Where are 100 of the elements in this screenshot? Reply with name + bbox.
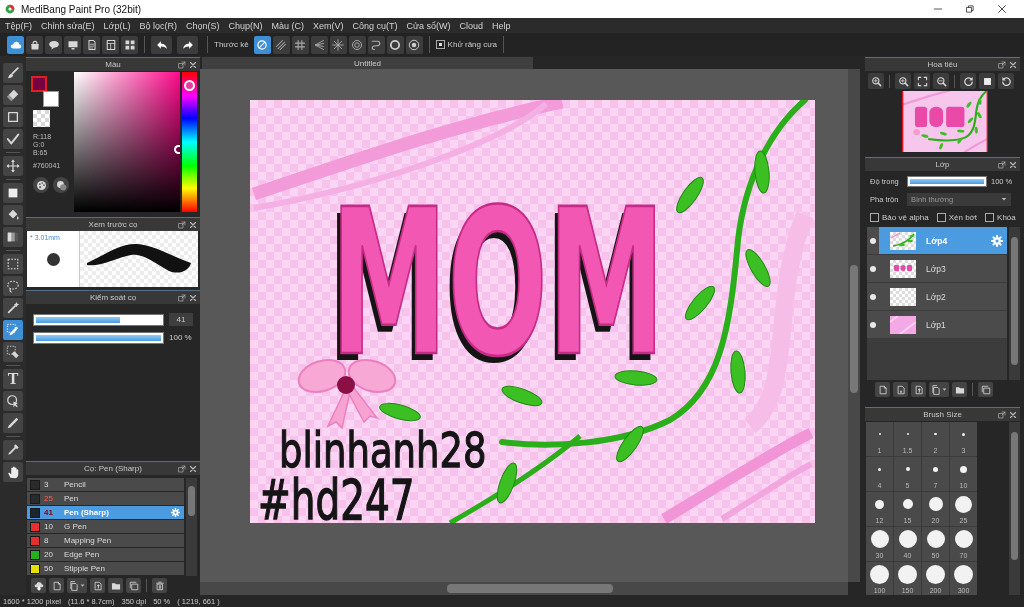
panel-tool-button[interactable] [67, 578, 87, 593]
undock-icon[interactable] [178, 293, 186, 302]
panel-tool-button[interactable] [978, 382, 993, 397]
undo-button[interactable] [151, 35, 172, 54]
tool-button[interactable] [3, 63, 23, 83]
brush-list-item[interactable]: 8 Mapping Pen [27, 534, 184, 547]
menu-item[interactable]: Help [492, 20, 511, 31]
ruler-button[interactable] [291, 35, 309, 54]
panel-tool-button[interactable] [893, 382, 908, 397]
color-mix-button[interactable] [53, 177, 69, 193]
checkbox[interactable] [985, 212, 995, 222]
panel-tool-button[interactable] [31, 578, 46, 593]
size-value-field[interactable]: 41 [169, 313, 193, 326]
settings-icon[interactable] [171, 508, 180, 517]
toolbar-button[interactable] [64, 35, 81, 54]
scrollbar-thumb[interactable] [1011, 432, 1018, 560]
tool-button[interactable] [3, 462, 23, 482]
layer-row[interactable]: Lớp1 [867, 311, 1007, 338]
menu-item[interactable]: Lớp(L) [103, 20, 131, 31]
toolbar-button[interactable] [26, 35, 43, 54]
undock-icon[interactable] [178, 60, 186, 69]
panel-tool-button[interactable] [911, 382, 926, 397]
navigator-button[interactable] [895, 73, 911, 89]
toolbar-button[interactable] [102, 35, 119, 54]
tool-button[interactable] [3, 276, 23, 296]
menu-item[interactable]: Chỉnh sửa(E) [41, 20, 95, 31]
ruler-button[interactable] [405, 35, 423, 54]
navigator-button[interactable] [998, 73, 1014, 89]
panel-tool-button[interactable] [875, 382, 890, 397]
size-slider[interactable] [33, 313, 164, 326]
navigator-button[interactable] [979, 73, 995, 89]
close-icon[interactable] [189, 293, 197, 302]
settings-icon[interactable] [991, 234, 1003, 247]
navigator-button[interactable] [960, 73, 976, 89]
color-picker-field[interactable] [74, 72, 180, 212]
color-swatch-icon[interactable] [31, 76, 47, 92]
navigator-button[interactable] [933, 73, 949, 89]
undock-icon[interactable] [998, 160, 1006, 169]
checkbox[interactable] [435, 40, 445, 49]
brush-list-item[interactable]: 50 Stipple Pen [27, 562, 184, 575]
toolbar-button[interactable] [45, 35, 62, 54]
panel-tool-button[interactable] [929, 382, 949, 397]
tool-button[interactable] [3, 342, 23, 362]
scrollbar-thumb[interactable] [850, 265, 858, 393]
tool-button[interactable] [3, 129, 23, 149]
vertical-scrollbar[interactable] [186, 478, 197, 576]
panel-tool-button[interactable] [49, 578, 64, 593]
checkbox[interactable] [870, 212, 879, 222]
tool-button[interactable] [3, 107, 23, 127]
vertical-scrollbar[interactable] [1009, 422, 1020, 595]
menu-item[interactable]: Chụp(N) [228, 20, 263, 31]
tool-button[interactable] [3, 156, 23, 176]
panel-tool-button[interactable] [126, 578, 141, 593]
tool-button[interactable] [3, 227, 23, 247]
menu-item[interactable]: Cloud [459, 20, 484, 31]
close-icon[interactable] [189, 464, 197, 473]
horizontal-scrollbar[interactable] [200, 582, 848, 595]
toolbar-button[interactable] [83, 35, 100, 54]
vertical-scrollbar[interactable] [848, 69, 860, 582]
undock-icon[interactable] [998, 410, 1006, 419]
ruler-button[interactable] [253, 35, 271, 54]
canvas-artwork-drawing[interactable] [250, 100, 815, 523]
tool-button[interactable]: T [3, 369, 23, 389]
transparent-swatch-icon[interactable] [33, 110, 50, 127]
ruler-button[interactable] [329, 35, 347, 54]
tool-button[interactable] [3, 254, 23, 274]
menu-item[interactable]: Màu (C) [271, 20, 305, 31]
document-tab[interactable]: Untitled [202, 57, 533, 69]
scrollbar-thumb[interactable] [447, 584, 613, 593]
close-icon[interactable] [189, 60, 197, 69]
close-icon[interactable] [1009, 160, 1017, 169]
brush-list-item[interactable]: 25 Pen [27, 492, 184, 505]
scrollbar-thumb[interactable] [1011, 237, 1018, 365]
vertical-scrollbar[interactable] [1009, 227, 1020, 380]
ruler-button[interactable] [367, 35, 385, 54]
visibility-toggle[interactable] [867, 227, 879, 254]
brush-list-item[interactable]: 10 G Pen [27, 520, 184, 533]
scrollbar-thumb[interactable] [188, 486, 195, 516]
ruler-button[interactable] [348, 35, 366, 54]
menu-item[interactable]: Bộ lọc(R) [139, 20, 177, 31]
hue-slider[interactable] [182, 72, 197, 212]
menu-item[interactable]: Cửa sổ(W) [406, 20, 451, 31]
close-icon[interactable] [189, 220, 197, 229]
undock-icon[interactable] [178, 464, 186, 473]
menu-item[interactable]: Xem(V) [313, 20, 344, 31]
tool-button[interactable] [3, 85, 23, 105]
panel-tool-button[interactable] [952, 382, 967, 397]
panel-tool-button[interactable] [90, 578, 105, 593]
palette-button[interactable] [33, 177, 49, 193]
close-icon[interactable] [1009, 60, 1017, 69]
toolbar-button[interactable] [121, 35, 138, 54]
checkbox[interactable] [936, 212, 946, 222]
undock-icon[interactable] [178, 220, 186, 229]
menu-item[interactable]: Công cụ(T) [352, 20, 398, 31]
layer-row[interactable]: Lớp3 [867, 255, 1007, 282]
tool-button[interactable] [3, 205, 23, 225]
undock-icon[interactable] [998, 60, 1006, 69]
ruler-button[interactable] [386, 35, 404, 54]
tool-button[interactable] [3, 320, 23, 340]
picker-handle[interactable] [174, 145, 180, 154]
